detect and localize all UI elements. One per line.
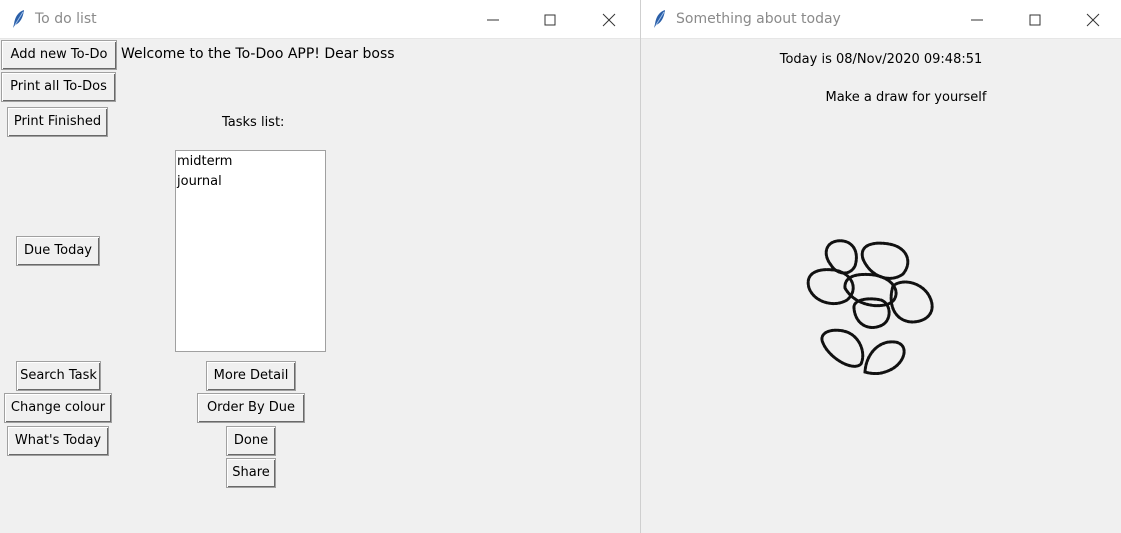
title-bar[interactable]: To do list: [0, 0, 640, 39]
window-title: Something about today: [676, 11, 841, 27]
close-icon[interactable]: [1081, 9, 1105, 31]
maximize-icon[interactable]: [1023, 9, 1047, 31]
tasks-list-label: Tasks list:: [222, 115, 285, 130]
list-item[interactable]: midterm: [177, 152, 324, 172]
today-window: Something about today Today is 08/Nov/20…: [640, 0, 1121, 533]
feather-icon: [653, 9, 667, 29]
add-new-todo-button[interactable]: Add new To-Do: [1, 40, 117, 70]
order-by-due-button[interactable]: Order By Due: [197, 393, 305, 423]
share-button[interactable]: Share: [226, 458, 276, 488]
drawing-canvas[interactable]: [641, 40, 1121, 532]
todo-window: To do list Add new To-Do Welcome to the …: [0, 0, 640, 533]
flower-petal-top-left: [824, 239, 858, 275]
minimize-icon[interactable]: [481, 9, 505, 31]
change-colour-button[interactable]: Change colour: [4, 393, 112, 423]
done-button[interactable]: Done: [226, 426, 276, 456]
leaf-right: [863, 340, 906, 376]
print-all-todos-button[interactable]: Print all To-Dos: [1, 72, 116, 102]
title-bar[interactable]: Something about today: [641, 0, 1121, 39]
maximize-icon[interactable]: [538, 9, 562, 31]
leaf-left: [820, 328, 865, 368]
due-today-button[interactable]: Due Today: [16, 236, 100, 266]
flower-petal-bottom: [852, 297, 891, 329]
feather-icon: [12, 9, 26, 29]
flower-petal-right: [889, 280, 934, 324]
more-detail-button[interactable]: More Detail: [206, 361, 296, 391]
close-icon[interactable]: [597, 9, 621, 31]
welcome-label: Welcome to the To-Doo APP! Dear boss: [121, 46, 395, 62]
print-finished-button[interactable]: Print Finished: [7, 107, 108, 137]
whats-today-button[interactable]: What's Today: [7, 426, 109, 456]
list-item[interactable]: journal: [177, 172, 324, 192]
minimize-icon[interactable]: [965, 9, 989, 31]
search-task-button[interactable]: Search Task: [16, 361, 101, 391]
tasks-listbox[interactable]: midterm journal: [175, 150, 326, 352]
window-title: To do list: [35, 11, 97, 27]
